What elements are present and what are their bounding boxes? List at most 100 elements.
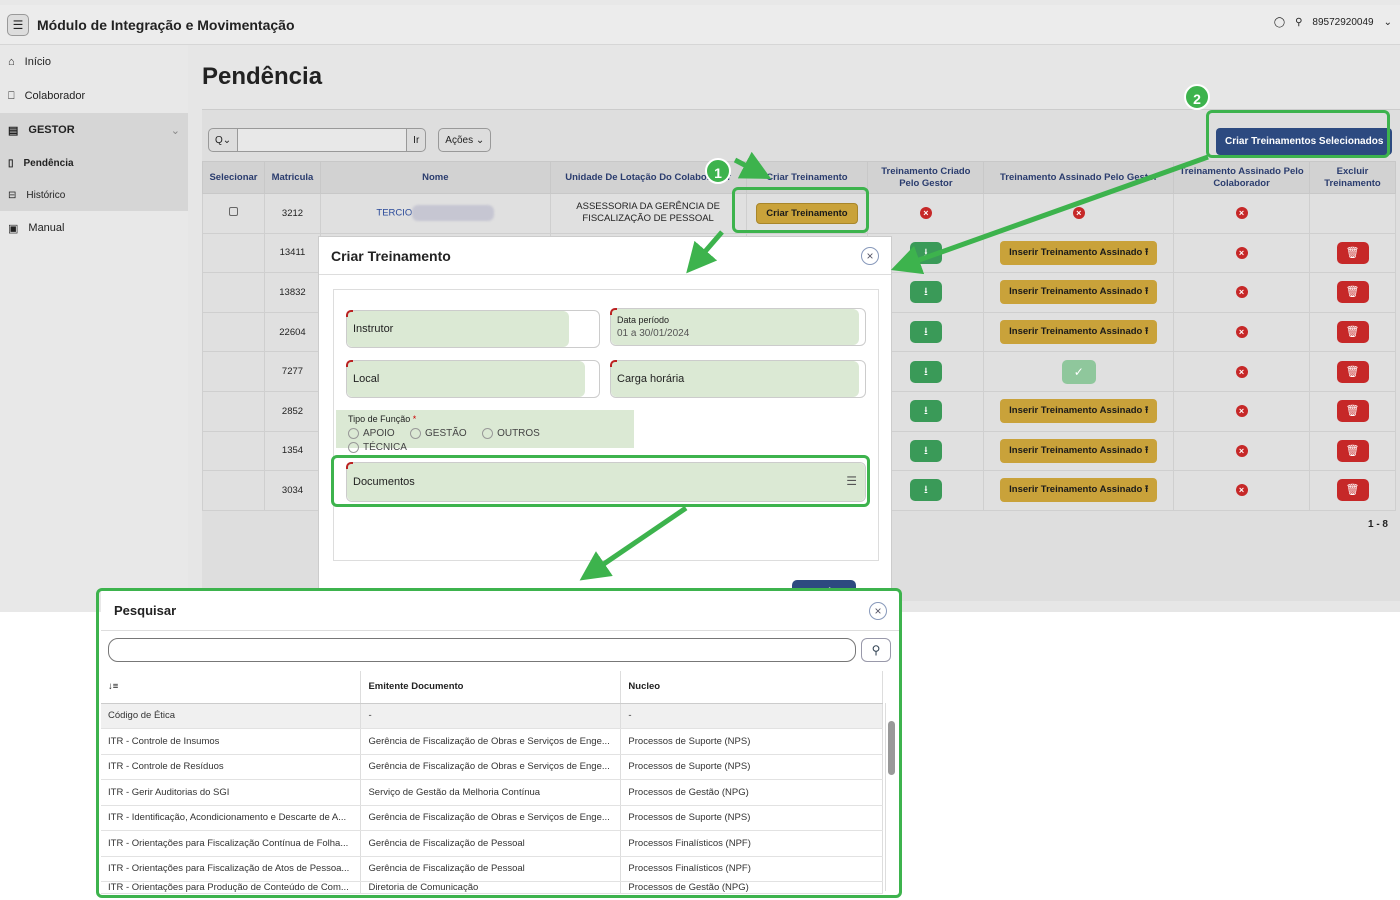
scrollbar-thumb[interactable]: [888, 721, 895, 775]
doc-name[interactable]: ITR - Orientações para Fiscalização de A…: [101, 856, 362, 882]
radio-outros[interactable]: OUTROS: [482, 428, 540, 439]
sort-icon[interactable]: ↓≡: [101, 671, 362, 704]
table-row[interactable]: ITR - Orientações para Produção de Conte…: [101, 881, 883, 894]
inserir-treinamento-button[interactable]: Inserir Treinamento Assinado ⭱: [1000, 280, 1158, 305]
doc-name[interactable]: ITR - Gerir Auditorias do SGI: [101, 779, 362, 806]
blurred-name: [412, 205, 495, 222]
table-row[interactable]: ITR - Controle de Insumos Gerência de Fis…: [101, 728, 883, 755]
user-id[interactable]: 89572920049: [1312, 17, 1373, 28]
table-row[interactable]: ITR - Gerir Auditorias do SGI Serviço de …: [101, 779, 883, 806]
download-icon[interactable]: ⭳: [909, 479, 942, 502]
doc-name[interactable]: ITR - Orientações para Fiscalização Cont…: [101, 830, 362, 857]
home-icon: ⌂: [8, 56, 15, 68]
download-icon[interactable]: ⭳: [909, 281, 942, 304]
sidebar-item-label: Início: [24, 56, 51, 68]
radio-circle[interactable]: [348, 428, 359, 439]
sidebar-item-colaborador[interactable]: ⎕ Colaborador: [0, 79, 188, 113]
radio-tecnica[interactable]: TÉCNICA: [348, 442, 407, 453]
row-matricula: 13832: [263, 272, 321, 313]
col-nucleo[interactable]: Nucleo: [620, 671, 883, 704]
trash-icon[interactable]: 🗑: [1336, 360, 1369, 383]
inserir-treinamento-button[interactable]: Inserir Treinamento Assinado ⭱: [1000, 399, 1158, 424]
list-icon[interactable]: ☰: [846, 474, 857, 488]
search-icon[interactable]: ⚲: [861, 638, 891, 662]
row-checkbox[interactable]: [202, 193, 265, 234]
menu-icon[interactable]: ☰: [7, 13, 29, 36]
carga-horaria-field[interactable]: Carga horária: [610, 360, 866, 398]
criar-treinamentos-selecionados-button[interactable]: Criar Treinamentos Selecionados: [1216, 128, 1393, 155]
table-row[interactable]: ITR - Identificação, Acondicionamento e …: [101, 805, 883, 831]
radio-gestao[interactable]: GESTÃO: [410, 428, 467, 439]
app-title: Módulo de Integração e Movimentação: [37, 16, 295, 33]
table-row[interactable]: Código de Ética - -: [101, 703, 883, 729]
data-periodo-field[interactable]: Data período 01 a 30/01/2024: [610, 308, 866, 346]
sidebar-item-inicio[interactable]: ⌂ Início: [0, 45, 188, 79]
sidebar-item-manual[interactable]: ▣ Manual: [0, 211, 188, 245]
radio-apoio[interactable]: APOIO: [348, 428, 395, 439]
checkbox[interactable]: [228, 207, 238, 217]
table-row[interactable]: ITR - Controle de Resíduos Gerência de Fi…: [101, 754, 883, 780]
user-icon[interactable]: ⚲: [1295, 17, 1302, 28]
doc-emitente: Gerência de Fiscalização de Obras e Serv…: [360, 805, 622, 831]
pesquisar-input[interactable]: [108, 638, 856, 662]
file-icon: ▯: [8, 157, 14, 169]
download-icon[interactable]: ⭳: [909, 439, 942, 462]
doc-name[interactable]: ITR - Identificação, Acondicionamento e …: [101, 805, 362, 831]
inserir-treinamento-button[interactable]: Inserir Treinamento Assinado ⭱: [1000, 478, 1158, 503]
acoes-button[interactable]: Ações ⌄: [438, 128, 492, 152]
trash-icon[interactable]: 🗑: [1336, 400, 1369, 423]
trash-icon[interactable]: 🗑: [1336, 281, 1369, 304]
close-icon[interactable]: ×: [861, 247, 879, 265]
row-matricula: 7277: [263, 351, 321, 392]
trash-icon[interactable]: 🗑: [1336, 321, 1369, 344]
download-icon[interactable]: ⭳: [909, 400, 942, 423]
col-excluir: Excluir Treinamento: [1309, 161, 1396, 194]
inserir-treinamento-button[interactable]: Inserir Treinamento Assinado ⭱: [1000, 240, 1158, 265]
radio-circle[interactable]: [410, 428, 422, 439]
sidebar-item-pendencia[interactable]: ▯ Pendência: [0, 147, 188, 179]
trash-icon[interactable]: 🗑: [1336, 479, 1369, 502]
radio-label: TÉCNICA: [363, 442, 407, 453]
row-nome[interactable]: TERCIO: [319, 193, 551, 234]
instrutor-field[interactable]: Instrutor: [346, 310, 600, 348]
sidebar-group-gestor[interactable]: ▤ GESTOR ⌄: [0, 113, 188, 147]
criar-treinamento-button[interactable]: Criar Treinamento: [756, 202, 858, 224]
row-matricula: 2852: [263, 390, 321, 432]
doc-nucleo: Processos de Suporte (NPS): [620, 728, 883, 755]
doc-name[interactable]: Código de Ética: [101, 703, 362, 729]
ir-button[interactable]: Ir: [406, 128, 427, 152]
scrollbar[interactable]: [885, 703, 897, 891]
search-icon[interactable]: Q⌄: [208, 128, 239, 152]
table-row[interactable]: ITR - Orientações para Fiscalização de A…: [101, 856, 883, 882]
download-icon[interactable]: ⭳: [909, 321, 942, 344]
local-field[interactable]: Local: [346, 360, 600, 398]
inserir-label: Inserir Treinamento Assinado: [1009, 326, 1143, 338]
table-search-input[interactable]: [238, 128, 407, 152]
doc-name[interactable]: ITR - Controle de Resíduos: [101, 754, 362, 780]
col-emitente[interactable]: Emitente Documento: [360, 671, 622, 704]
doc-name[interactable]: ITR - Orientações para Produção de Conte…: [101, 881, 362, 894]
chevron-down-icon[interactable]: ⌄: [1384, 17, 1392, 28]
x-circle-icon: ×: [1235, 444, 1248, 457]
close-icon[interactable]: ×: [869, 602, 887, 620]
table-search: Q⌄ Ir Ações ⌄: [208, 128, 492, 152]
documentos-field[interactable]: Documentos ☰: [346, 462, 866, 502]
upload-icon: ⭱: [1144, 484, 1149, 496]
download-icon[interactable]: ⭳: [909, 360, 942, 383]
inserir-treinamento-button[interactable]: Inserir Treinamento Assinado ⭱: [1000, 438, 1158, 463]
trash-icon[interactable]: 🗑: [1336, 241, 1369, 264]
doc-emitente: Diretoria de Comunicação: [360, 881, 622, 894]
nome-text[interactable]: TERCIO: [376, 208, 412, 219]
table-row[interactable]: ITR - Orientações para Fiscalização Cont…: [101, 830, 883, 857]
doc-emitente: Gerência de Fiscalização de Obras e Serv…: [360, 728, 622, 755]
radio-circle[interactable]: [348, 442, 359, 453]
sidebar-item-historico[interactable]: ⊟ Histórico: [0, 179, 188, 211]
inserir-treinamento-button[interactable]: Inserir Treinamento Assinado ⭱: [1000, 320, 1158, 345]
doc-name[interactable]: ITR - Controle de Insumos: [101, 728, 362, 755]
download-icon[interactable]: ⭳: [909, 241, 942, 264]
upload-icon: ⭱: [1144, 286, 1149, 298]
trash-icon[interactable]: 🗑: [1336, 439, 1369, 462]
chat-icon[interactable]: ◯: [1274, 17, 1285, 28]
radio-circle[interactable]: [482, 428, 494, 439]
row-assinado-gestor: ×: [983, 193, 1175, 234]
